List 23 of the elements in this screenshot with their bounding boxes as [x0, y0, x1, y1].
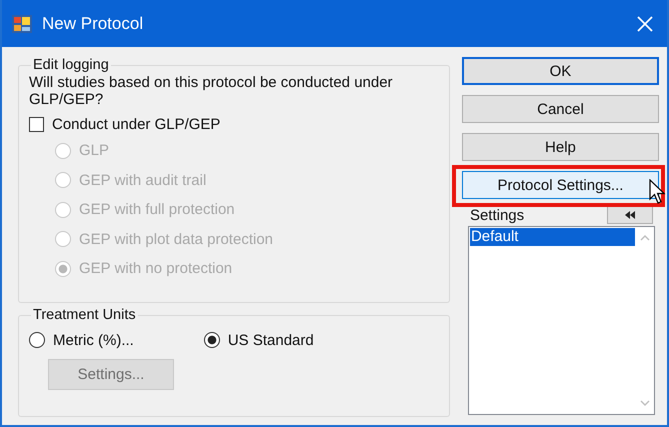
dialog-button[interactable]: Help — [462, 133, 659, 161]
settings-label: Settings — [470, 207, 524, 224]
scroll-down-icon[interactable] — [640, 400, 650, 406]
dialog-button[interactable]: OK — [462, 57, 659, 85]
radio-button[interactable] — [29, 332, 45, 348]
scroll-up-icon[interactable] — [640, 235, 650, 241]
group-title: Treatment Units — [32, 307, 137, 323]
question-text: Will studies based on this protocol be conducted under GLP/GEP? — [29, 74, 394, 108]
checkbox[interactable] — [29, 116, 44, 132]
checkbox-label[interactable]: Conduct under GLP/GEP — [52, 116, 220, 132]
dialog-button[interactable]: Protocol Settings... — [462, 171, 659, 199]
close-icon[interactable] — [637, 16, 653, 32]
window-title: New Protocol — [42, 14, 144, 34]
radio-button[interactable] — [204, 332, 220, 348]
radio-label[interactable]: Metric (%)... — [53, 332, 134, 348]
app-icon — [12, 14, 32, 32]
settings-list[interactable]: Default — [468, 226, 655, 415]
dialog-button[interactable]: Cancel — [462, 95, 659, 123]
list-item[interactable]: Default — [470, 228, 635, 246]
group-title: Edit logging — [32, 57, 110, 73]
radio-label[interactable]: US Standard — [228, 332, 314, 348]
double-left-arrow-icon — [625, 210, 635, 218]
mouse-pointer-icon — [649, 179, 667, 205]
